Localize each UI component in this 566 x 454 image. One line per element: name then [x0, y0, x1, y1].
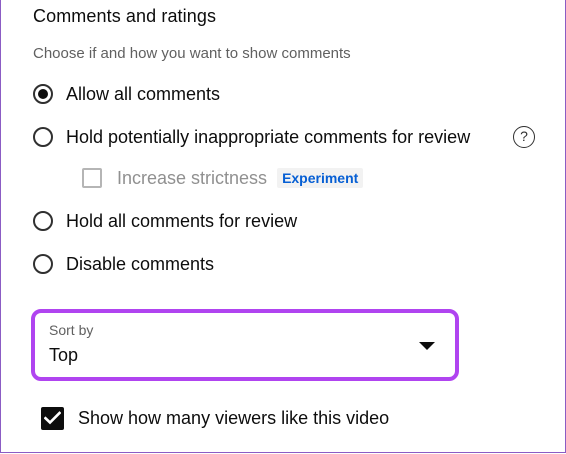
radio-button[interactable]	[33, 254, 53, 274]
show-likes-option[interactable]: Show how many viewers like this video	[41, 405, 389, 431]
radio-label: Disable comments	[66, 253, 215, 274]
radio-label: Hold all comments for review	[66, 210, 298, 231]
radio-label: Hold potentially inappropriate comments …	[66, 126, 471, 147]
radio-button[interactable]	[33, 211, 53, 231]
radio-disable-comments[interactable]: Disable comments	[33, 251, 214, 277]
settings-panel: Comments and ratings Choose if and how y…	[0, 0, 566, 453]
show-likes-label: Show how many viewers like this video	[78, 407, 390, 428]
check-icon	[44, 411, 61, 425]
section-description: Choose if and how you want to show comme…	[33, 45, 351, 62]
experiment-badge: Experiment	[277, 168, 364, 188]
radio-button[interactable]	[33, 127, 53, 147]
radio-hold-all-comments[interactable]: Hold all comments for review	[33, 208, 297, 234]
section-title: Comments and ratings	[33, 6, 217, 26]
sort-by-value: Top	[49, 345, 79, 365]
caret-down-icon	[419, 342, 435, 350]
sort-by-label: Sort by	[49, 322, 94, 338]
radio-hold-inappropriate[interactable]: Hold potentially inappropriate comments …	[33, 124, 470, 150]
radio-allow-all-comments[interactable]: Allow all comments	[33, 81, 220, 107]
sort-by-dropdown[interactable]: Sort by Top	[31, 309, 459, 381]
checkbox-checked[interactable]	[41, 406, 64, 430]
increase-strictness-label: Increase strictness	[117, 167, 268, 188]
increase-strictness-option: Increase strictness Experiment	[82, 165, 364, 191]
radio-button-selected[interactable]	[33, 84, 53, 104]
help-circle-icon[interactable]: ?	[513, 126, 535, 148]
radio-label: Allow all comments	[66, 83, 221, 104]
checkbox-disabled	[82, 168, 102, 188]
